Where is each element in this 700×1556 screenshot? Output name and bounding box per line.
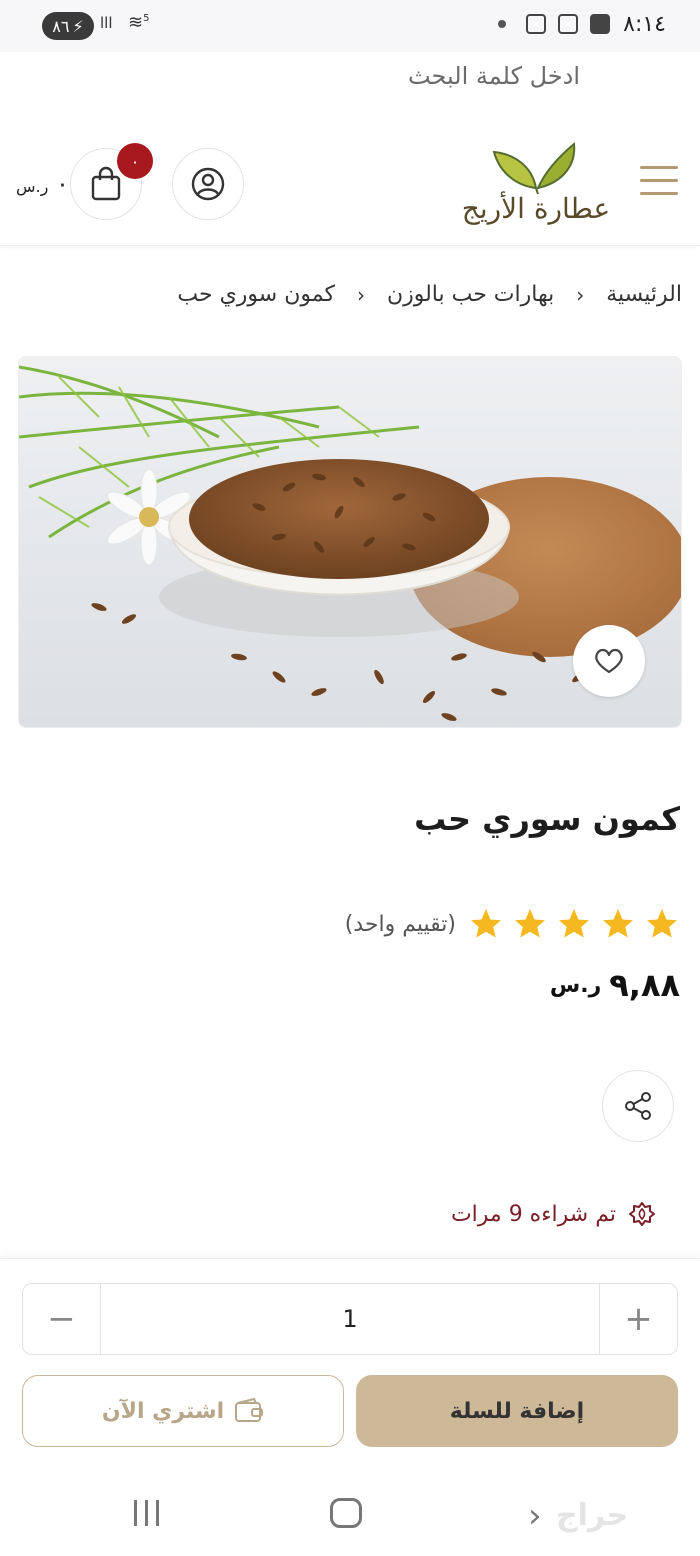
account-button[interactable]	[172, 148, 244, 220]
breadcrumb-current: كمون سوري حب	[177, 282, 335, 307]
status-time: ٨:١٤	[623, 12, 666, 37]
price-value: ٩,٨٨	[609, 966, 680, 1004]
status-bar: ٨٦ ⚡ lll ≋5 ٨:١٤	[0, 0, 700, 52]
increase-quantity-button[interactable]: +	[599, 1284, 677, 1354]
star-icon	[559, 909, 589, 938]
store-logo[interactable]: عطارة الأريج	[456, 136, 616, 236]
chevron-left-icon: ‹	[576, 282, 585, 307]
minus-icon: −	[47, 1299, 76, 1339]
share-icon	[625, 1092, 651, 1120]
currency-symbol: ر.س	[549, 972, 602, 998]
search-bar	[0, 52, 700, 122]
sold-count: تم شراءه 9 مرات	[451, 1200, 656, 1228]
back-icon[interactable]: ›	[528, 1496, 542, 1536]
star-icon	[603, 909, 633, 938]
logo-text: عطارة الأريج	[461, 192, 611, 225]
battery-indicator: ٨٦ ⚡	[42, 12, 94, 40]
product-rating[interactable]: (تقييم واحد)	[345, 906, 680, 942]
product-image[interactable]	[18, 356, 682, 728]
app-notification-icon	[526, 14, 546, 34]
notification-dot-icon	[498, 20, 506, 28]
star-icon	[471, 909, 501, 938]
product-price: ٩,٨٨ ر.س	[550, 966, 680, 1004]
buy-now-button[interactable]: اشتري الآن	[22, 1375, 344, 1447]
user-icon	[191, 167, 225, 201]
quantity-input[interactable]	[101, 1284, 599, 1354]
sold-count-text: تم شراءه 9 مرات	[450, 1201, 616, 1227]
star-icon	[647, 909, 677, 938]
cart-count-badge: ٠	[117, 143, 153, 179]
heart-icon	[595, 648, 623, 674]
search-input[interactable]	[120, 56, 580, 96]
site-header: عطارة الأريج ٠ ٠ ر.س	[0, 122, 700, 246]
rating-count[interactable]: (تقييم واحد)	[345, 912, 456, 937]
currency-symbol: ر.س	[16, 177, 49, 196]
home-icon[interactable]	[330, 1498, 362, 1528]
notification-icons	[498, 14, 610, 34]
product-title: كمون سوري حب	[414, 800, 680, 838]
shopping-bag-icon	[91, 166, 121, 201]
charging-icon: ⚡	[72, 16, 84, 36]
star-icon	[515, 909, 545, 938]
add-to-cart-button[interactable]: إضافة للسلة	[356, 1375, 678, 1447]
breadcrumb-category[interactable]: بهارات حب بالوزن	[387, 282, 554, 307]
cart-total: ٠ ر.س	[16, 170, 69, 198]
cart-total-value: ٠	[55, 170, 69, 198]
system-navigation-bar: › حراج	[0, 1470, 700, 1556]
watermark: حراج	[556, 1498, 629, 1533]
kaaba-icon	[590, 14, 610, 34]
wifi-icon: ≋5	[128, 12, 150, 33]
plus-icon: +	[624, 1299, 653, 1339]
cart-button[interactable]: ٠	[70, 143, 153, 220]
favorite-button[interactable]	[573, 625, 645, 697]
menu-icon[interactable]	[640, 166, 678, 198]
breadcrumb: الرئيسية ‹ بهارات حب بالوزن ‹ كمون سوري …	[177, 282, 682, 307]
fire-badge-icon	[629, 1202, 655, 1226]
decrease-quantity-button[interactable]: −	[23, 1284, 101, 1354]
purchase-panel: − + إضافة للسلة اشتري الآن	[0, 1258, 700, 1468]
share-button[interactable]	[602, 1070, 674, 1142]
quantity-stepper: − +	[22, 1283, 678, 1355]
battery-level: ٨٦	[52, 16, 70, 36]
leaves-icon	[492, 142, 576, 195]
breadcrumb-home[interactable]: الرئيسية	[606, 282, 682, 307]
rating-stars	[468, 906, 680, 942]
wifi-badge: 5	[143, 13, 150, 24]
buy-now-label: اشتري الآن	[101, 1398, 225, 1424]
recent-apps-icon[interactable]	[134, 1500, 168, 1526]
wallet-icon	[235, 1398, 264, 1422]
signal-icon: lll	[100, 14, 113, 32]
chevron-left-icon: ‹	[356, 282, 365, 307]
screenshot-icon	[558, 14, 578, 34]
